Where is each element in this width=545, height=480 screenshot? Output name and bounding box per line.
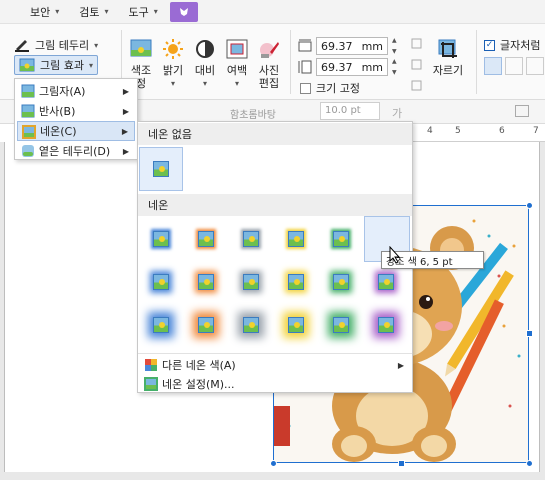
caret-down-icon: ▾ [55, 7, 60, 16]
chevron-right-icon: ▶ [122, 146, 129, 156]
neon-option[interactable] [193, 226, 219, 252]
picture-effect-icon [19, 58, 35, 72]
checkbox-icon[interactable] [300, 82, 311, 94]
resize-handle[interactable] [526, 202, 533, 209]
caret-down-icon: ▾ [202, 79, 207, 88]
neon-option[interactable] [283, 312, 309, 338]
neon-option[interactable] [328, 269, 354, 295]
menu-item-other-neon-color[interactable]: 다른 네온 색(A) ▶ [140, 355, 410, 375]
caret-down-icon: ▾ [104, 7, 109, 16]
menu-item-soft-edges[interactable]: 옅은 테두리(D) ▶ [17, 141, 135, 161]
reflection-icon [21, 104, 35, 118]
neon-option[interactable] [238, 312, 264, 338]
width-icon [298, 39, 312, 52]
neon-icon [22, 125, 36, 139]
caret-down-icon: ▾ [94, 40, 99, 50]
height-field[interactable]: 69.37 mm ▲ ▼ [298, 57, 401, 77]
neon-option[interactable] [148, 226, 174, 252]
neon-header: 네온 [138, 194, 412, 216]
neon-option[interactable] [328, 226, 354, 252]
divider [290, 30, 291, 94]
caret-down-icon: ▾ [153, 7, 158, 16]
menu-security[interactable]: 보안 ▾ [24, 2, 65, 22]
neon-submenu: 네온 없음 네온 다른 네온 색(A) ▶ 네온 설정(M)... [137, 121, 413, 393]
resize-handle[interactable] [526, 330, 533, 337]
menu-item-shadow[interactable]: 그림자(A) ▶ [17, 81, 135, 101]
caret-down-icon: ▾ [88, 60, 93, 70]
spin-arrows[interactable]: ▲ ▼ [392, 58, 401, 76]
fix-size-checkbox[interactable]: 크기 고정 [300, 78, 360, 98]
picture-effect-button[interactable]: 그림 효과 ▾ [14, 55, 98, 75]
neon-option[interactable] [238, 269, 264, 295]
caret-down-icon: ▾ [170, 79, 175, 88]
resize-handle[interactable] [526, 460, 533, 467]
photo-edit-button[interactable]: 사진 편집 [254, 38, 284, 96]
chevron-right-icon: ▶ [122, 106, 129, 116]
menu-tools[interactable]: 도구 ▾ [123, 2, 164, 22]
picture-effect-menu: 그림자(A) ▶ 반사(B) ▶ 네온(C) ▶ 옅은 테두리(D) ▶ [14, 78, 138, 160]
neon-settings-icon [144, 377, 158, 391]
divider [476, 30, 477, 94]
spin-arrows[interactable]: ▲ ▼ [392, 37, 401, 55]
neon-option[interactable] [283, 226, 309, 252]
neon-option[interactable] [283, 269, 309, 295]
picture-border-button[interactable]: 그림 테두리 ▾ [14, 35, 98, 55]
mouse-cursor-icon [389, 246, 401, 264]
chevron-right-icon: ▶ [122, 86, 129, 96]
neon-option[interactable] [328, 312, 354, 338]
caret-down-icon: ▾ [234, 79, 239, 88]
neon-option[interactable] [373, 312, 399, 338]
contrast-button[interactable]: 대비 ▾ [190, 38, 220, 96]
resize-handle[interactable] [270, 460, 277, 467]
menu-bar: 보안 ▾ 검토 ▾ 도구 ▾ [0, 0, 545, 24]
menu-item-reflection[interactable]: 반사(B) ▶ [17, 101, 135, 121]
soft-edges-icon [22, 145, 34, 157]
resize-handle[interactable] [398, 460, 405, 467]
menu-review[interactable]: 검토 ▾ [73, 2, 114, 22]
neon-option[interactable] [148, 312, 174, 338]
color-tone-icon [130, 39, 152, 57]
menu-item-neon[interactable]: 네온(C) ▶ [17, 121, 135, 141]
neon-option[interactable] [148, 269, 174, 295]
align-justify-icon[interactable] [515, 105, 529, 117]
neon-option[interactable] [193, 312, 219, 338]
pen-icon [15, 40, 29, 52]
neon-option[interactable] [373, 269, 399, 295]
font-size-combo[interactable]: 10.0 pt [320, 102, 380, 120]
photo-edit-icon [260, 42, 279, 58]
width-field[interactable]: 69.37 mm ▲ ▼ [298, 36, 401, 56]
margin-button[interactable]: 여백 ▾ [222, 38, 252, 96]
checkmark-icon[interactable]: ✓ [484, 39, 495, 51]
contrast-icon [196, 40, 214, 58]
horizontal-ruler: 4 5 6 7 [413, 124, 545, 142]
chevron-right-icon: ▶ [121, 126, 128, 136]
neon-option[interactable] [238, 226, 264, 252]
crop-button[interactable]: 자르기 [430, 38, 466, 96]
shadow-icon [21, 84, 35, 98]
no-neon-thumbnail [148, 156, 174, 182]
palette-icon [145, 359, 157, 371]
menu-item-neon-settings[interactable]: 네온 설정(M)... [140, 374, 410, 394]
font-name-combo[interactable]: 함초롬바탕 [230, 106, 276, 121]
divider [138, 353, 412, 354]
no-neon-header: 네온 없음 [138, 123, 412, 145]
font-sample: 가 [392, 107, 403, 120]
brightness-button[interactable]: 밝기 ▾ [158, 38, 188, 96]
app-window: 보안 ▾ 검토 ▾ 도구 ▾ 그림 테두리 ▾ 그림 효과 ▾ 색조 정 밝기 ▾ [0, 0, 545, 480]
size-lock-icons [411, 38, 422, 91]
wrap-top-bottom-icon[interactable] [505, 57, 523, 75]
chevron-right-icon: ▶ [397, 360, 404, 370]
margin-icon [226, 39, 248, 59]
height-icon [298, 60, 312, 74]
text-wrap-checkbox[interactable]: ✓ 글자처럼 [484, 35, 540, 55]
wrap-options [484, 56, 544, 76]
neon-option[interactable] [193, 269, 219, 295]
picture-tab-icon[interactable] [169, 1, 198, 22]
crop-icon [438, 39, 457, 58]
wrap-square-icon[interactable] [526, 57, 544, 75]
sun-icon [163, 39, 183, 59]
wrap-inline-icon[interactable] [484, 57, 502, 75]
